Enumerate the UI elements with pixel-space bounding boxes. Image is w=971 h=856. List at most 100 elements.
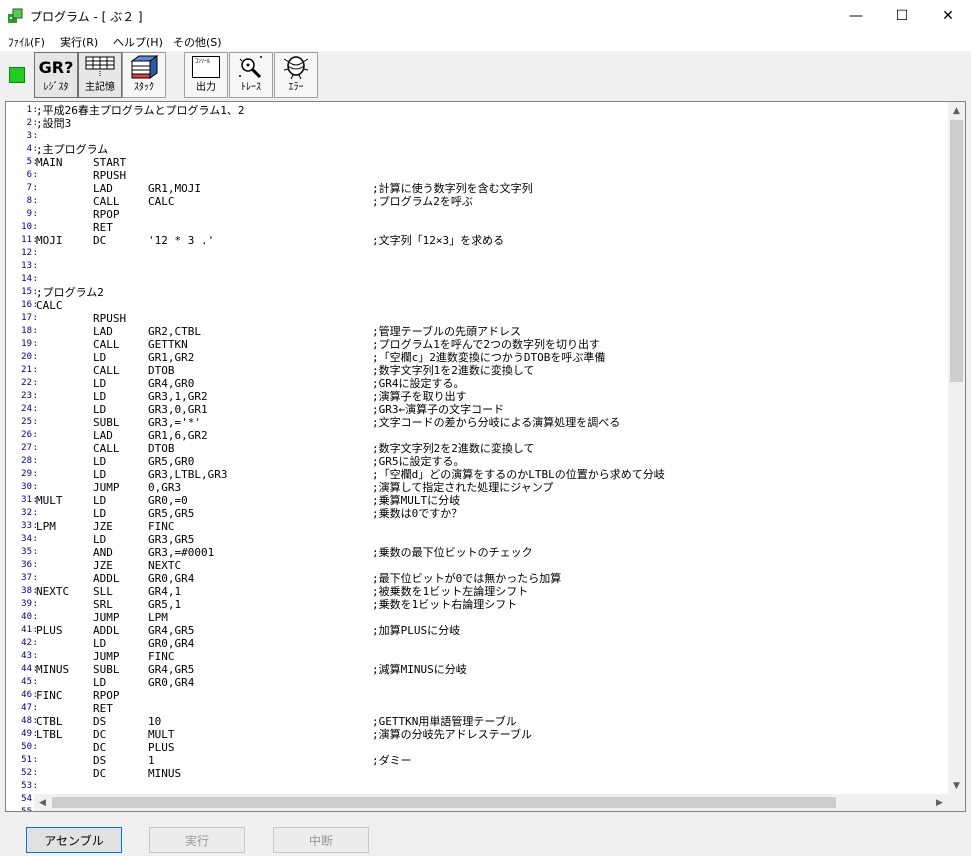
minimize-button[interactable]: —	[833, 0, 879, 31]
code-line[interactable]: RET	[36, 221, 941, 234]
code-line[interactable]: CALL DTOB ;数字文字列1を2進数に変換して	[36, 364, 941, 377]
code-line[interactable]: SRL GR5,1 ;乗数を1ビット右論理シフト	[36, 598, 941, 611]
code-line[interactable]: PLUS ADDL GR4,GR5 ;加算PLUSに分岐	[36, 624, 941, 637]
code-comment: ;ダミー	[372, 754, 412, 767]
code-line[interactable]: LAD GR1,MOJI ;計算に使う数字列を含む文字列	[36, 182, 941, 195]
code-line[interactable]: FINC RPOP	[36, 689, 941, 702]
code-line[interactable]: LD GR1,GR2 ;「空欄c」2進数変換につかうDTOBを呼ぶ準備	[36, 351, 941, 364]
trace-button[interactable]: ﾄﾚｰｽ	[229, 52, 273, 98]
assemble-button[interactable]: アセンブル	[26, 827, 122, 853]
scroll-down-icon[interactable]: ▼	[948, 777, 965, 794]
scroll-right-icon[interactable]: ▶	[931, 794, 948, 811]
code-line[interactable]: SUBL GR3,='*' ;文字コードの差から分岐による演算処理を調べる	[36, 416, 941, 429]
code-line[interactable]	[36, 273, 941, 286]
line-number: 34	[6, 533, 38, 546]
code-line[interactable]	[36, 130, 941, 143]
code-op: CALL	[93, 442, 120, 455]
code-line[interactable]: MULT LD GR0,=0 ;乗算MULTに分岐	[36, 494, 941, 507]
menu-other[interactable]: その他(S)	[173, 34, 222, 50]
code-operand: PLUS	[148, 741, 175, 754]
vertical-scrollbar[interactable]: ▲ ▼	[948, 102, 965, 794]
code-area[interactable]: ;平成26春主プログラムとプログラム1、2 ;設問3 ;主プログラム MAIN STAR…	[36, 104, 941, 811]
line-number: 23	[6, 390, 38, 403]
menu-help[interactable]: ヘルプ(H)	[113, 34, 163, 50]
code-line[interactable]: MOJI DC '12 * 3 .' ;文字列「12×3」を求める	[36, 234, 941, 247]
code-comment: ;GETTKN用単語管理テーブル	[372, 715, 517, 728]
code-line[interactable]: MAIN START	[36, 156, 941, 169]
code-line[interactable]: CALL GETTKN ;プログラム1を呼んで2つの数字列を切り出す	[36, 338, 941, 351]
maximize-button[interactable]: ☐	[879, 0, 925, 31]
stack-button[interactable]: ｽﾀｯｸ	[122, 52, 166, 98]
code-line[interactable]: ;プログラム2	[36, 286, 941, 299]
code-line[interactable]: LD GR5,GR5 ;乗数は0ですか？	[36, 507, 941, 520]
code-line[interactable]: LD GR4,GR0 ;GR4に設定する。	[36, 377, 941, 390]
scroll-up-icon[interactable]: ▲	[948, 102, 965, 119]
output-button[interactable]: ｺﾝｿｰﾙ 出力	[184, 52, 228, 98]
code-op: LD	[93, 468, 107, 481]
code-line[interactable]: AND GR3,=#0001 ;乗数の最下位ビットのチェック	[36, 546, 941, 559]
code-comment: ;「空欄d」どの演算をするのかLTBLの位置から求めて分岐	[372, 468, 665, 481]
source-editor[interactable]: 1234567891011121314151617181920212223242…	[5, 101, 966, 812]
code-line[interactable]: JUMP FINC	[36, 650, 941, 663]
code-line[interactable]: CALL CALC ;プログラム2を呼ぶ	[36, 195, 941, 208]
code-line[interactable]: ;主プログラム	[36, 143, 941, 156]
line-number: 37	[6, 572, 38, 585]
code-line[interactable]: DC PLUS	[36, 741, 941, 754]
code-label: ;プログラム2	[36, 286, 104, 299]
code-operand: GR4,GR0	[148, 377, 195, 390]
code-line[interactable]: LPM JZE FINC	[36, 520, 941, 533]
code-line[interactable]: RET	[36, 702, 941, 715]
code-line[interactable]: LD GR5,GR0 ;GR5に設定する。	[36, 455, 941, 468]
register-button[interactable]: GR? ﾚｼﾞｽﾀ	[34, 52, 78, 98]
code-line[interactable]	[36, 780, 941, 793]
horizontal-scrollbar[interactable]: ◀ ▶	[34, 794, 948, 811]
code-line[interactable]: LD GR0,GR4	[36, 637, 941, 650]
horizontal-scroll-thumb[interactable]	[52, 797, 836, 808]
code-line[interactable]: RPOP	[36, 208, 941, 221]
code-line[interactable]: JUMP LPM	[36, 611, 941, 624]
menu-file[interactable]: ﾌｧｲﾙ(F)	[8, 34, 45, 50]
code-line[interactable]: LTBL DC MULT ;演算の分岐先アドレステーブル	[36, 728, 941, 741]
close-button[interactable]: ✕	[925, 0, 971, 31]
scroll-left-icon[interactable]: ◀	[34, 794, 51, 811]
vertical-scroll-thumb[interactable]	[950, 120, 963, 382]
code-line[interactable]: ;平成26春主プログラムとプログラム1、2	[36, 104, 941, 117]
code-line[interactable]: LAD GR1,6,GR2	[36, 429, 941, 442]
code-line[interactable]: LD GR3,1,GR2 ;演算子を取り出す	[36, 390, 941, 403]
code-comment: ;被乗数を1ビット左論理シフト	[372, 585, 529, 598]
code-line[interactable]: JZE NEXTC	[36, 559, 941, 572]
code-comment: ;最下位ビットが0では無かったら加算	[372, 572, 562, 585]
code-line[interactable]: DS 1 ;ダミー	[36, 754, 941, 767]
code-line[interactable]: NEXTC SLL GR4,1 ;被乗数を1ビット左論理シフト	[36, 585, 941, 598]
code-line[interactable]: JUMP 0,GR3 ;演算して指定された処理にジャンプ	[36, 481, 941, 494]
error-button[interactable]: ｴﾗｰ	[274, 52, 318, 98]
code-line[interactable]: LD GR3,GR5	[36, 533, 941, 546]
line-number: 25	[6, 416, 38, 429]
code-line[interactable]: LD GR3,0,GR1 ;GR3←演算子の文字コード	[36, 403, 941, 416]
run-label: 実行	[184, 833, 209, 848]
code-line[interactable]: RPUSH	[36, 312, 941, 325]
code-line[interactable]: LD GR3,LTBL,GR3 ;「空欄d」どの演算をするのかLTBLの位置から求め…	[36, 468, 941, 481]
code-line[interactable]	[36, 260, 941, 273]
menu-run[interactable]: 実行(R)	[60, 34, 98, 50]
code-line[interactable]: LAD GR2,CTBL ;管理テーブルの先頭アドレス	[36, 325, 941, 338]
code-line[interactable]: CALC	[36, 299, 941, 312]
line-number: 3	[6, 130, 38, 143]
code-line[interactable]: DC MINUS	[36, 767, 941, 780]
memory-button[interactable]: 主記憶	[78, 52, 122, 98]
code-line[interactable]: ;設問3	[36, 117, 941, 130]
code-op: RPUSH	[93, 312, 127, 325]
code-label: MAIN	[36, 156, 63, 169]
code-line[interactable]: LD GR0,GR4	[36, 676, 941, 689]
code-operand: GR5,GR5	[148, 507, 195, 520]
code-line[interactable]: CALL DTOB ;数字文字列2を2進数に変換して	[36, 442, 941, 455]
code-line[interactable]: ADDL GR0,GR4 ;最下位ビットが0では無かったら加算	[36, 572, 941, 585]
abort-button[interactable]: 中断	[273, 827, 369, 853]
code-op: LD	[93, 533, 107, 546]
code-line[interactable]: MINUS SUBL GR4,GR5 ;減算MINUSに分岐	[36, 663, 941, 676]
output-label: 出力	[196, 82, 216, 93]
code-line[interactable]	[36, 247, 941, 260]
run-button[interactable]: 実行	[149, 827, 245, 853]
code-line[interactable]: RPUSH	[36, 169, 941, 182]
code-line[interactable]: CTBL DS 10 ;GETTKN用単語管理テーブル	[36, 715, 941, 728]
